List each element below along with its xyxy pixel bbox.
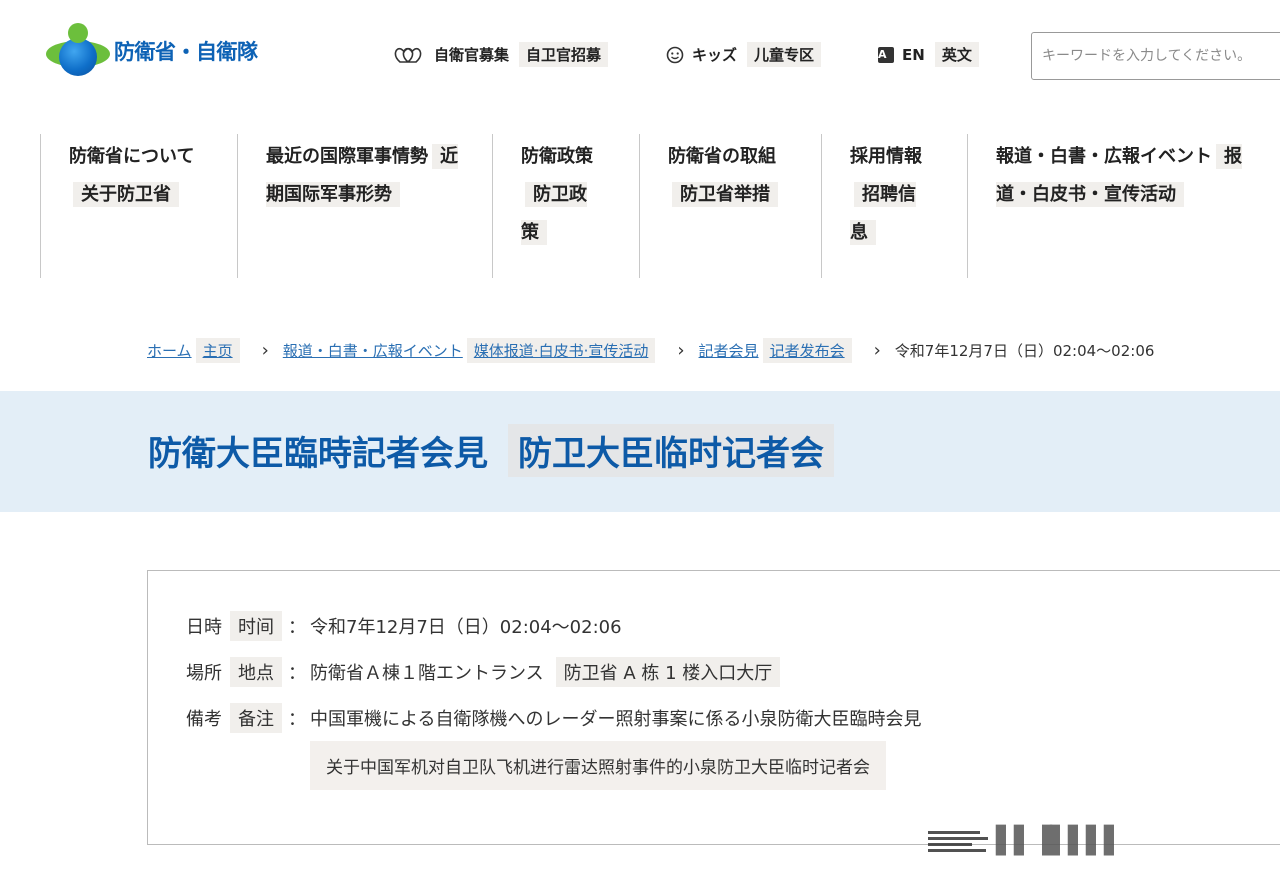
global-nav: 防衛省について关于防卫省 最近の国際軍事情勢 近期国际军事形势 防衛政策防卫政策 … <box>40 134 1280 278</box>
place-colon: ： <box>288 663 306 684</box>
recruit-label: 自衛官募集 <box>434 46 510 64</box>
hearts-icon <box>394 46 426 64</box>
english-link[interactable]: A EN 英文 <box>878 42 979 67</box>
date-label-translation: 时间 <box>230 611 282 641</box>
nav-item-military-affairs[interactable]: 最近の国際軍事情勢 近期国际军事形势 <box>237 134 492 278</box>
english-translation: 英文 <box>934 42 979 67</box>
breadcrumb-press-conference-link[interactable]: 記者会見 <box>699 340 759 361</box>
breadcrumb-press-conference-translation[interactable]: 记者发布会 <box>762 338 852 363</box>
kids-translation: 儿童专区 <box>747 42 822 67</box>
nav-item-press[interactable]: 報道・白書・広報イベント 报道・白皮书・宣传活动 <box>967 134 1280 278</box>
breadcrumb-current: 令和7年12月7日（日）02:04～02:06 <box>894 342 1155 360</box>
nav-item-initiatives[interactable]: 防衛省の取組防卫省举措 <box>639 134 821 278</box>
chevron-right-icon: › <box>677 340 685 361</box>
breadcrumb-home-translation[interactable]: 主页 <box>195 338 240 363</box>
watermark-logo-icon: ▌▌▐▌▌▌▌ <box>928 826 1124 856</box>
place-value-translation: 防卫省 A 栋 1 楼入口大厅 <box>555 657 781 687</box>
conference-info-box: 日時 时间 ： 令和7年12月7日（日）02:04～02:06 場所 地点 ： … <box>147 570 1280 845</box>
nav-item-translation: 防卫政策 <box>521 182 587 245</box>
chevron-right-icon: › <box>873 340 881 361</box>
recruit-link[interactable]: 自衛官募集 自卫官招募 <box>394 42 609 67</box>
letter-a-icon: A <box>878 46 894 63</box>
nav-item-label: 報道・白書・広報イベント <box>996 146 1212 167</box>
place-label-translation: 地点 <box>230 657 282 687</box>
recruit-translation: 自卫官招募 <box>519 42 609 67</box>
nav-item-label: 採用情報 <box>850 146 922 167</box>
kids-label: キッズ <box>692 46 738 64</box>
logo-text: 防衛省・自衛隊 <box>114 40 258 64</box>
note-label: 備考 <box>186 709 222 730</box>
page-title: 防衛大臣臨時記者会見 防卫大臣临时记者会 <box>148 424 834 477</box>
date-row: 日時 时间 ： 令和7年12月7日（日）02:04～02:06 <box>186 611 622 641</box>
note-value-translation: 关于中国军机对自卫队飞机进行雷达照射事件的小泉防卫大臣临时记者会 <box>310 741 886 790</box>
note-colon: ： <box>288 709 306 730</box>
nav-item-translation: 防卫省举措 <box>672 182 778 207</box>
note-value: 中国軍機による自衛隊機へのレーダー照射事案に係る小泉防衛大臣臨時会見 <box>310 709 922 730</box>
note-row: 備考 备注 ： 中国軍機による自衛隊機へのレーダー照射事案に係る小泉防衛大臣臨時… <box>186 703 921 733</box>
nav-item-translation: 关于防卫省 <box>73 182 179 207</box>
chevron-right-icon: › <box>261 340 269 361</box>
nav-item-label: 防衛省の取組 <box>668 146 776 167</box>
smiley-icon <box>666 46 684 64</box>
breadcrumb: ホーム 主页 › 報道・白書・広報イベント 媒体报道·白皮书·宣传活动 › 記者… <box>147 338 1154 363</box>
search-input[interactable] <box>1031 32 1280 80</box>
logo-emblem-icon <box>46 21 110 81</box>
nav-item-label: 最近の国際軍事情勢 <box>266 146 428 167</box>
breadcrumb-press-translation[interactable]: 媒体报道·白皮书·宣传活动 <box>466 338 656 363</box>
nav-item-translation: 招聘信息 <box>850 182 916 245</box>
date-label: 日時 <box>186 617 222 638</box>
place-row: 場所 地点 ： 防衛省Ａ棟１階エントランス 防卫省 A 栋 1 楼入口大厅 <box>186 657 781 687</box>
breadcrumb-press-link[interactable]: 報道・白書・広報イベント <box>283 340 463 361</box>
note-label-translation: 备注 <box>230 703 282 733</box>
nav-item-label: 防衛省について <box>69 146 195 167</box>
nav-item-label: 防衛政策 <box>521 146 593 167</box>
nav-item-defense-policy[interactable]: 防衛政策防卫政策 <box>492 134 639 278</box>
nav-item-recruitment[interactable]: 採用情報招聘信息 <box>821 134 967 278</box>
site-logo[interactable]: 防衛省・自衛隊 <box>46 20 266 82</box>
page-title-text: 防衛大臣臨時記者会見 <box>148 434 488 474</box>
breadcrumb-home-link[interactable]: ホーム <box>147 340 192 361</box>
page-title-translation: 防卫大臣临时记者会 <box>508 424 834 477</box>
date-colon: ： <box>288 617 306 638</box>
kids-link[interactable]: キッズ 儿童专区 <box>666 42 822 67</box>
place-value: 防衛省Ａ棟１階エントランス <box>310 663 544 684</box>
date-value: 令和7年12月7日（日）02:04～02:06 <box>310 617 622 638</box>
english-label: EN <box>902 45 925 64</box>
nav-item-about[interactable]: 防衛省について关于防卫省 <box>40 134 237 278</box>
place-label: 場所 <box>186 663 222 684</box>
